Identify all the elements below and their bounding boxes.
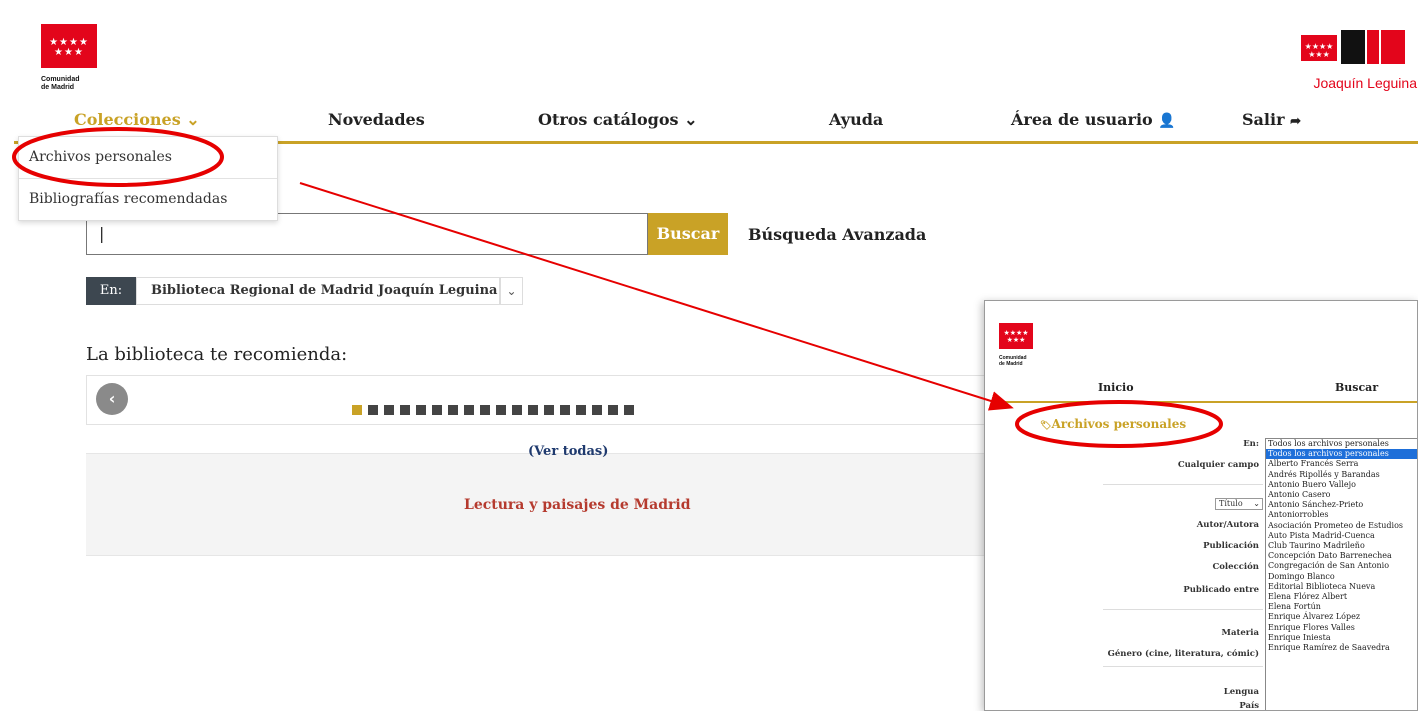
carousel-dot[interactable]	[368, 405, 378, 415]
carousel-dot[interactable]	[464, 405, 474, 415]
user-icon: 👤	[1158, 113, 1176, 129]
listbox-option[interactable]: Antonio Casero	[1266, 490, 1417, 500]
inset-label-en: En:	[1243, 439, 1259, 449]
view-all-link[interactable]: (Ver todas)	[528, 444, 608, 459]
nav-novedades[interactable]: Novedades	[328, 110, 425, 129]
nav-ayuda[interactable]: Ayuda	[829, 110, 883, 129]
listbox-option[interactable]: Domingo Blanco	[1266, 572, 1417, 582]
recommendations-title: La biblioteca te recomienda:	[86, 344, 348, 365]
carousel-dot[interactable]	[432, 405, 442, 415]
inset-titulo-select[interactable]: Título ⌄	[1215, 498, 1263, 510]
inset-label-pais: País	[1239, 701, 1259, 711]
carousel-dot[interactable]	[400, 405, 410, 415]
listbox-option[interactable]: Todos los archivos personales	[1266, 439, 1417, 449]
chevron-left-icon: ‹	[108, 389, 116, 408]
recommendation-item-link[interactable]: Lectura y paisajes de Madrid	[464, 497, 691, 513]
carousel-dot[interactable]	[544, 405, 554, 415]
inset-divider	[1103, 484, 1263, 485]
listbox-option[interactable]: Asociación Prometeo de Estudios	[1266, 521, 1417, 531]
carousel-dot[interactable]	[528, 405, 538, 415]
listbox-option[interactable]: Todos los archivos personales	[1266, 449, 1417, 460]
nav-salir[interactable]: Salir ➦	[1242, 110, 1301, 129]
nav-otros-catalogos[interactable]: Otros catálogos ⌄	[538, 110, 697, 129]
inset-label-genero: Género (cine, literatura, cómic)	[1107, 649, 1259, 659]
dropdown-item-bibliografias[interactable]: Bibliografías recomendadas	[19, 179, 277, 219]
scope-label: En:	[86, 277, 136, 305]
dropdown-item-archivos-personales[interactable]: Archivos personales	[19, 137, 277, 177]
madrid-flag-icon: ★★★★ ★★★	[999, 323, 1033, 349]
comunidad-madrid-logo[interactable]: ★★★★ ★★★ Comunidad de Madrid	[41, 24, 97, 98]
carousel-dot[interactable]	[576, 405, 586, 415]
listbox-option[interactable]: Enrique Álvarez López	[1266, 612, 1417, 622]
inset-label-autor: Autor/Autora	[1196, 520, 1259, 530]
listbox-option[interactable]: Congregación de San Antonio	[1266, 561, 1417, 571]
carousel-dot[interactable]	[592, 405, 602, 415]
inset-label-any: Cualquier campo	[1177, 460, 1259, 470]
nav-area-usuario[interactable]: Área de usuario 👤	[1011, 110, 1176, 129]
listbox-option[interactable]: Antonio Sánchez-Prieto	[1266, 500, 1417, 510]
listbox-option[interactable]: Editorial Biblioteca Nueva	[1266, 582, 1417, 592]
carousel-dot[interactable]	[496, 405, 506, 415]
inset-archive-listbox[interactable]: Todos los archivos personales Todos los a…	[1265, 438, 1417, 710]
tag-icon: 🏷	[1040, 421, 1052, 431]
madrid-flag-icon: ★★★★ ★★★	[41, 24, 97, 68]
carousel-dot[interactable]	[608, 405, 618, 415]
inset-label-publicacion: Publicación	[1203, 541, 1259, 551]
listbox-option[interactable]: Concepción Dato Barrenechea	[1266, 551, 1417, 561]
listbox-option[interactable]: Auto Pista Madrid-Cuenca	[1266, 531, 1417, 541]
chevron-down-icon: ⌄	[1253, 499, 1260, 508]
advanced-search-link[interactable]: Búsqueda Avanzada	[748, 225, 926, 244]
listbox-option[interactable]: Enrique Flores Valles	[1266, 623, 1417, 633]
scope-select[interactable]: Biblioteca Regional de Madrid Joaquín Le…	[136, 277, 500, 305]
inset-divider	[1103, 666, 1263, 667]
listbox-option[interactable]: Elena Flórez Albert	[1266, 592, 1417, 602]
carousel-dot[interactable]	[416, 405, 426, 415]
carousel-dot[interactable]	[480, 405, 490, 415]
listbox-option[interactable]: Club Taurino Madrileño	[1266, 541, 1417, 551]
carousel-dots	[352, 405, 634, 415]
carousel-dot[interactable]	[624, 405, 634, 415]
listbox-option[interactable]: Enrique Iniesta	[1266, 633, 1417, 643]
listbox-option[interactable]: Andrés Ripollés y Barandas	[1266, 470, 1417, 480]
inset-label-publicado: Publicado entre	[1183, 585, 1259, 595]
chevron-down-icon[interactable]: ⌄	[500, 277, 523, 305]
carousel-dot[interactable]	[352, 405, 362, 415]
biblioteca-regional-logo[interactable]: ★★★★ ★★★ Joaquín Leguina	[1299, 30, 1417, 100]
inset-nav-buscar[interactable]: Buscar	[1335, 381, 1378, 394]
carousel-dot[interactable]	[448, 405, 458, 415]
br-mark-r	[1381, 30, 1405, 64]
chevron-down-icon: ⌄	[684, 110, 698, 129]
chevron-down-icon: ⌄	[186, 110, 200, 129]
listbox-option[interactable]: Elena Fortún	[1266, 602, 1417, 612]
inset-section-title: 🏷Archivos personales	[1040, 417, 1187, 431]
carousel-dot[interactable]	[560, 405, 570, 415]
carousel-dot[interactable]	[384, 405, 394, 415]
inset-screenshot: ★★★★ ★★★ Comunidad de Madrid Inicio Busc…	[984, 300, 1418, 711]
madrid-flag-icon: ★★★★ ★★★	[1301, 35, 1337, 61]
listbox-option[interactable]: Enrique Ramírez de Saavedra	[1266, 643, 1417, 653]
br-mark-regional	[1367, 30, 1379, 64]
inset-nav-inicio[interactable]: Inicio	[1098, 381, 1134, 394]
search-button[interactable]: Buscar	[648, 213, 728, 255]
sign-out-icon: ➦	[1290, 114, 1301, 129]
carousel-dot[interactable]	[512, 405, 522, 415]
inset-label-materia: Materia	[1221, 628, 1259, 638]
colecciones-dropdown: Archivos personales Bibliografías recome…	[18, 136, 278, 221]
listbox-option[interactable]: Antonio Buero Vallejo	[1266, 480, 1417, 490]
carousel-prev-button[interactable]: ‹	[96, 383, 128, 415]
listbox-option[interactable]: Antoniorrobles	[1266, 510, 1417, 520]
listbox-option[interactable]: Alberto Francés Serra	[1266, 459, 1417, 469]
logo-text: Comunidad de Madrid	[41, 76, 80, 91]
br-mark-b	[1341, 30, 1365, 64]
inset-label-lengua: Lengua	[1223, 687, 1259, 697]
inset-divider	[1103, 609, 1263, 610]
nav-colecciones[interactable]: Colecciones ⌄	[74, 110, 200, 129]
biblioteca-name: Joaquín Leguina	[1313, 75, 1417, 91]
inset-label-coleccion: Colección	[1212, 562, 1259, 572]
inset-nav-underline	[999, 401, 1417, 403]
inset-logo-text: Comunidad de Madrid	[999, 355, 1027, 367]
